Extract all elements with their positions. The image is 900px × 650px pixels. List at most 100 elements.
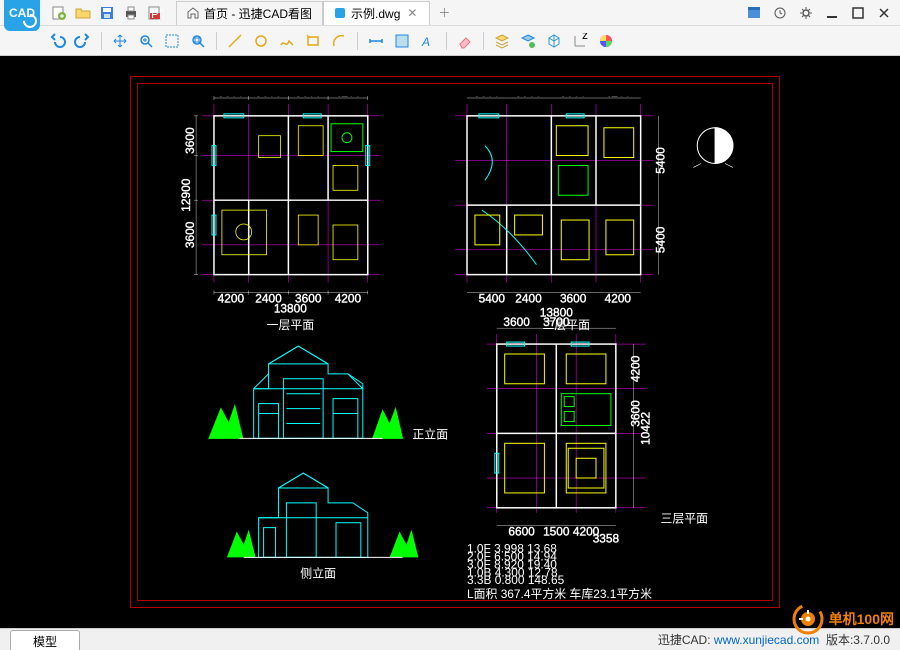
- watermark-logo-icon: [791, 602, 825, 636]
- svg-text:5400: 5400: [479, 291, 506, 305]
- separator: [216, 32, 217, 50]
- minimize-icon[interactable]: [824, 5, 840, 21]
- svg-text:13800: 13800: [540, 305, 573, 319]
- tab-add-button[interactable]: ＋: [434, 3, 454, 23]
- svg-text:2400: 2400: [515, 291, 542, 305]
- svg-text:3600: 3600: [560, 96, 587, 99]
- drawing-frame-inner: 36003500 36004200 16200 12900 3600 3600 …: [137, 83, 773, 601]
- svg-text:13800: 13800: [274, 301, 307, 315]
- layers-icon[interactable]: [491, 30, 513, 52]
- svg-text:一层平面: 一层平面: [267, 318, 315, 332]
- svg-text:10422: 10422: [639, 412, 653, 445]
- svg-text:4200: 4200: [629, 355, 643, 382]
- open-folder-icon[interactable]: [74, 4, 92, 22]
- area-table: 1.0F 3.998 13.68 2.0F 6.500 14.94 3.0F 8…: [467, 541, 652, 601]
- line-tool-icon[interactable]: [224, 30, 246, 52]
- svg-text:三层平面: 三层平面: [661, 512, 709, 526]
- svg-text:3600: 3600: [560, 291, 587, 305]
- coord-icon[interactable]: z: [569, 30, 591, 52]
- quick-access-toolbar: PDF: [50, 4, 164, 22]
- drawing-frame-outer: 36003500 36004200 16200 12900 3600 3600 …: [130, 76, 780, 608]
- zoom-extents-icon[interactable]: [135, 30, 157, 52]
- svg-text:PDF: PDF: [151, 7, 163, 21]
- svg-text:z: z: [582, 33, 588, 42]
- elevation-front: 正立面: [209, 346, 448, 441]
- polyline-tool-icon[interactable]: [276, 30, 298, 52]
- separator: [446, 32, 447, 50]
- measure-area-icon[interactable]: [391, 30, 413, 52]
- svg-text:1500: 1500: [543, 525, 570, 539]
- svg-text:6600: 6600: [508, 525, 535, 539]
- tab-close-icon[interactable]: ✕: [405, 6, 419, 20]
- svg-text:5400: 5400: [653, 147, 667, 174]
- floor-plan-3: 3600370013800 4200360010422 660015004200…: [487, 305, 708, 545]
- svg-text:12900: 12900: [179, 178, 193, 211]
- layer-props-icon[interactable]: [517, 30, 539, 52]
- svg-text:4200: 4200: [218, 291, 245, 305]
- new-file-icon[interactable]: [50, 4, 68, 22]
- svg-text:L面积 367.4平方米 车库23.1平方米: L面积 367.4平方米 车库23.1平方米: [467, 587, 652, 601]
- zoom-window-icon[interactable]: [161, 30, 183, 52]
- arc-tool-icon[interactable]: [328, 30, 350, 52]
- drawing-canvas[interactable]: 36003500 36004200 16200 12900 3600 3600 …: [0, 56, 900, 628]
- floor-plan-2: 3600390036004200 18600 54005400 54002400…: [455, 96, 667, 332]
- floor-plan-1: 36003500 36004200 16200 12900 3600 3600 …: [179, 96, 381, 332]
- svg-text:3600: 3600: [503, 315, 530, 329]
- print-icon[interactable]: [122, 4, 140, 22]
- home-icon: [187, 7, 199, 19]
- tab-home-label: 首页 - 迅捷CAD看图: [204, 5, 312, 22]
- watermark-text: 单机100网: [829, 609, 894, 629]
- compass-north: [693, 128, 733, 168]
- separator: [357, 32, 358, 50]
- skin-icon[interactable]: [746, 5, 762, 21]
- close-icon[interactable]: [876, 5, 892, 21]
- svg-text:A: A: [421, 35, 430, 49]
- svg-text:正立面: 正立面: [412, 427, 448, 441]
- svg-text:3600: 3600: [474, 96, 501, 99]
- tab-row: 首页 - 迅捷CAD看图 示例.dwg ✕ ＋: [176, 1, 746, 25]
- pan-icon[interactable]: [109, 30, 131, 52]
- eraser-icon[interactable]: [454, 30, 476, 52]
- redo-icon[interactable]: [72, 30, 94, 52]
- window-controls: [746, 5, 892, 21]
- reset-view-icon[interactable]: [772, 5, 788, 21]
- svg-text:3600: 3600: [183, 221, 197, 248]
- settings-gear-icon[interactable]: [798, 5, 814, 21]
- svg-text:3900: 3900: [515, 96, 542, 99]
- svg-text:3600: 3600: [218, 96, 245, 99]
- watermark: 单机100网: [791, 602, 894, 636]
- svg-text:3600: 3600: [183, 127, 197, 154]
- separator: [101, 32, 102, 50]
- cad-drawing: 36003500 36004200 16200 12900 3600 3600 …: [150, 96, 784, 612]
- svg-text:3600: 3600: [295, 96, 322, 99]
- elevation-side: 侧立面: [227, 473, 419, 580]
- separator: [483, 32, 484, 50]
- tab-file-label: 示例.dwg: [351, 5, 400, 22]
- titlebar: CAD PDF 首页 - 迅捷CAD看图 示例.dwg ✕ ＋: [0, 0, 900, 26]
- status-bar: 模型 迅捷CAD: www.xunjiecad.com 版本:3.7.0.0: [0, 628, 900, 650]
- svg-text:3.3B 0.800 148.65: 3.3B 0.800 148.65: [467, 573, 565, 587]
- svg-text:4200: 4200: [335, 291, 362, 305]
- save-icon[interactable]: [98, 4, 116, 22]
- svg-text:4200: 4200: [335, 96, 362, 99]
- zoom-fit-icon[interactable]: [187, 30, 209, 52]
- circle-tool-icon[interactable]: [250, 30, 272, 52]
- svg-text:4200: 4200: [605, 291, 632, 305]
- color-wheel-icon[interactable]: [595, 30, 617, 52]
- svg-text:3358: 3358: [593, 532, 620, 546]
- tab-file[interactable]: 示例.dwg ✕: [323, 1, 430, 25]
- tab-home[interactable]: 首页 - 迅捷CAD看图: [176, 1, 323, 25]
- main-toolbar: A z: [0, 26, 900, 56]
- 3d-view-icon[interactable]: [543, 30, 565, 52]
- pdf-export-icon[interactable]: PDF: [146, 4, 164, 22]
- maximize-icon[interactable]: [850, 5, 866, 21]
- undo-icon[interactable]: [46, 30, 68, 52]
- model-tab[interactable]: 模型: [10, 630, 80, 650]
- text-tool-icon[interactable]: A: [417, 30, 439, 52]
- measure-dist-icon[interactable]: [365, 30, 387, 52]
- cad-file-icon: [334, 7, 346, 19]
- svg-text:3500: 3500: [255, 96, 282, 99]
- svg-text:4200: 4200: [605, 96, 632, 99]
- rectangle-tool-icon[interactable]: [302, 30, 324, 52]
- svg-text:5400: 5400: [653, 226, 667, 253]
